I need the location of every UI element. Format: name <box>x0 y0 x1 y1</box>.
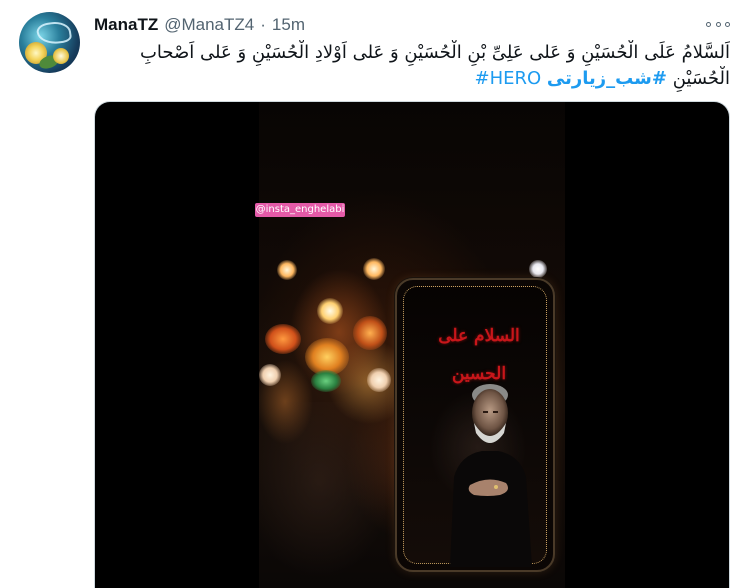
shrine-light <box>529 260 547 278</box>
phone-image: السلام علی الحسین <box>395 278 555 572</box>
dot-icon <box>706 21 711 27</box>
portrait-figure <box>450 384 532 567</box>
flower-decoration <box>53 48 69 64</box>
shrine-light <box>363 258 385 280</box>
author-handle[interactable]: @ManaTZ4 <box>164 15 254 35</box>
tweet[interactable]: ManaTZ @ManaTZ4 · 15m اَلسَّلامُ عَلَی ا… <box>0 0 748 588</box>
author-name[interactable]: ManaTZ <box>94 15 158 35</box>
separator-dot: · <box>260 15 266 34</box>
phone-calligraphy: السلام علی الحسین <box>438 326 520 384</box>
shrine-light <box>259 364 281 386</box>
video-frame: السلام علی الحسین <box>259 102 565 588</box>
phone-screen: السلام علی الحسین <box>403 286 547 567</box>
shrine-light <box>353 316 387 350</box>
shrine-light <box>367 368 391 392</box>
tweet-header: ManaTZ @ManaTZ4 · 15m <box>94 15 305 35</box>
hashtag-link[interactable]: #شب_زیارتی <box>547 68 667 89</box>
video-watermark: @insta_enghelabi <box>255 203 345 217</box>
calligraphy-logo <box>35 19 73 47</box>
shrine-light <box>277 260 297 280</box>
tweet-text-line-1: اَلسَّلامُ عَلَی الْحُسَیْنِ وَ عَلی عَل… <box>139 42 730 63</box>
shrine-light <box>311 370 341 392</box>
tweet-timestamp[interactable]: 15m <box>272 15 305 35</box>
tweet-media-video[interactable]: السلام علی الحسین @insta_enghelabi <box>94 101 730 588</box>
dot-icon <box>715 21 721 27</box>
hashtag-link-en[interactable]: #HERO <box>475 68 542 89</box>
shrine-light <box>317 298 343 324</box>
tweet-text-line-2: الْحُسَیْنِ #شب_زیارتی #HERO <box>98 66 731 92</box>
crowd-shadow <box>259 402 399 588</box>
shrine-light <box>265 324 301 354</box>
more-options-icon[interactable] <box>706 15 730 33</box>
tweet-text-word: الْحُسَیْنِ <box>672 68 730 89</box>
dot-icon <box>725 21 730 27</box>
author-avatar[interactable] <box>19 12 80 73</box>
